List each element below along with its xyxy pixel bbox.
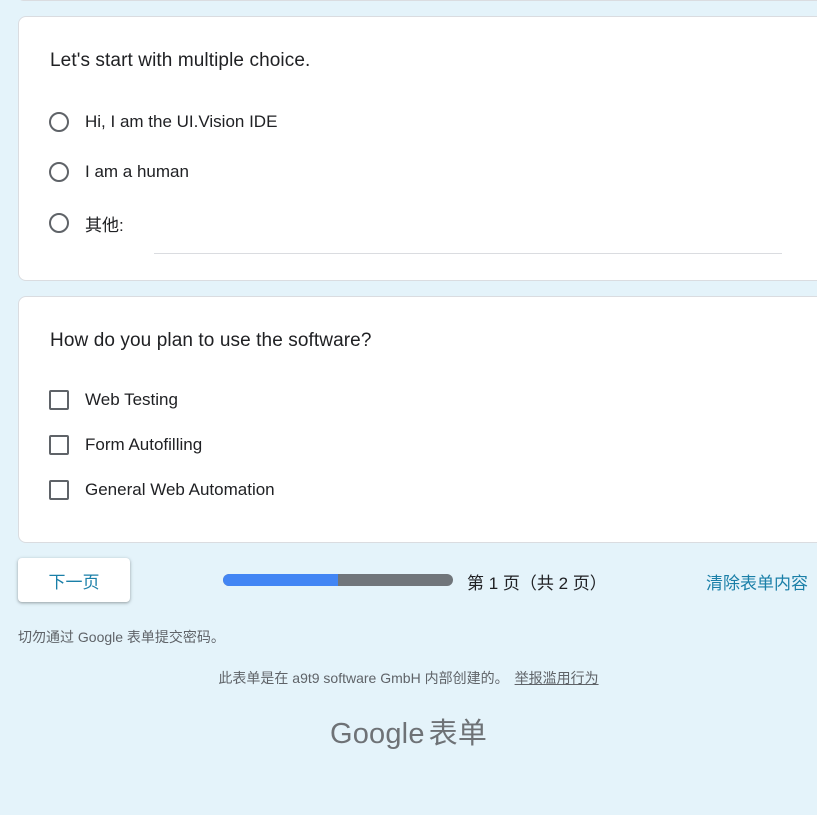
question-card-checkboxes: How do you plan to use the software? Web…: [18, 296, 817, 543]
next-page-button[interactable]: 下一页: [18, 558, 130, 602]
radio-button[interactable]: [49, 162, 69, 182]
google-forms-logo[interactable]: Google 表单: [0, 710, 817, 752]
checkbox-option-web-automation[interactable]: General Web Automation: [49, 477, 275, 503]
question-card-multiple-choice: Let's start with multiple choice. Hi, I …: [18, 16, 817, 281]
radio-option-other[interactable]: 其他:: [49, 210, 124, 236]
footer-created-line: 此表单是在 a9t9 software GmbH 内部创建的。 举报滥用行为: [0, 668, 817, 688]
option-label: General Web Automation: [85, 480, 275, 499]
option-label: Form Autofilling: [85, 435, 203, 454]
option-label: I am a human: [85, 162, 189, 181]
checkbox[interactable]: [49, 390, 69, 410]
radio-button[interactable]: [49, 213, 69, 233]
radio-option-ide[interactable]: Hi, I am the UI.Vision IDE: [49, 109, 277, 135]
password-warning: 切勿通过 Google 表单提交密码。: [18, 629, 225, 645]
question-title: Let's start with multiple choice.: [50, 50, 311, 71]
brand-word: Google: [329, 718, 425, 750]
progress-bar: [223, 574, 453, 586]
report-abuse-link[interactable]: 举报滥用行为: [515, 670, 599, 686]
checkbox-option-web-testing[interactable]: Web Testing: [49, 387, 178, 413]
checkbox-option-form-autofilling[interactable]: Form Autofilling: [49, 432, 202, 458]
checkbox[interactable]: [49, 435, 69, 455]
radio-option-human[interactable]: I am a human: [49, 159, 189, 185]
progress-bar-fill: [223, 574, 338, 586]
form-header-card-edge: [18, 0, 817, 1]
radio-button[interactable]: [49, 112, 69, 132]
option-label: Web Testing: [85, 390, 178, 409]
option-label: 其他:: [85, 215, 124, 235]
checkbox[interactable]: [49, 480, 69, 500]
question-title: How do you plan to use the software?: [50, 330, 372, 351]
option-label: Hi, I am the UI.Vision IDE: [85, 112, 278, 131]
footer-created-text: 此表单是在 a9t9 software GmbH 内部创建的。: [218, 670, 509, 686]
clear-form-link[interactable]: 清除表单内容: [706, 569, 808, 594]
brand-suffix: 表单: [428, 718, 488, 750]
other-text-input[interactable]: [154, 227, 782, 254]
page-indicator: 第 1 页（共 2 页）: [467, 574, 607, 593]
